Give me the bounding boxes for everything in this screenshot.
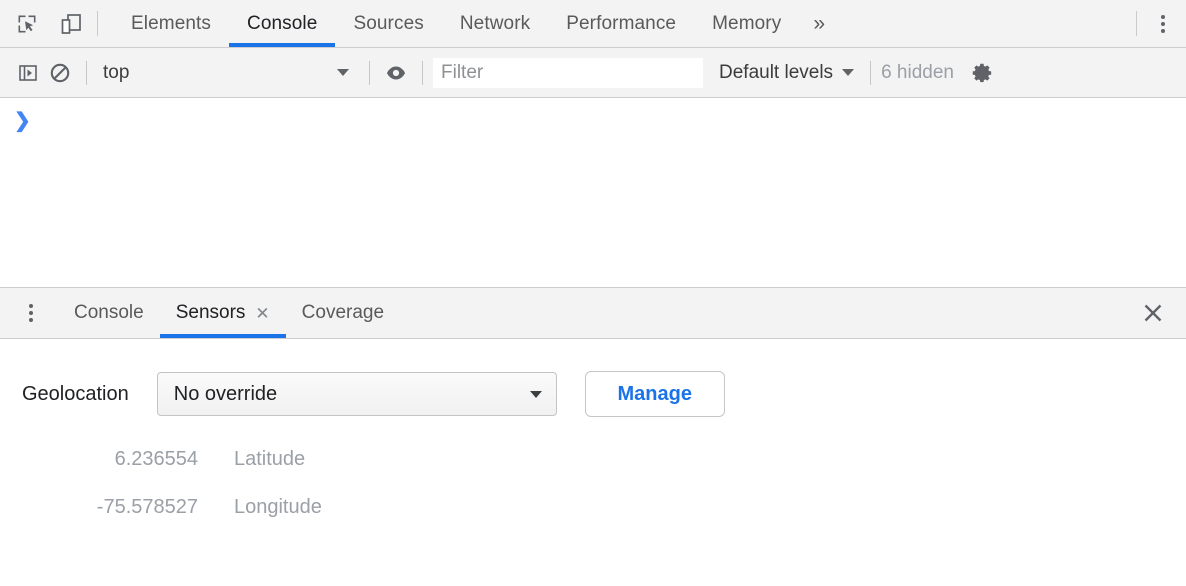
tab-network[interactable]: Network [442, 0, 548, 47]
drawer-tab-sensors-label: Sensors [176, 302, 246, 324]
latitude-caption: Latitude [234, 448, 305, 471]
geolocation-select-value: No override [174, 383, 277, 406]
log-levels-selector[interactable]: Default levels [719, 62, 854, 84]
tab-memory[interactable]: Memory [694, 0, 799, 47]
devtools-main-menu-button[interactable] [1146, 7, 1180, 41]
more-vertical-icon-dot-1 [29, 304, 33, 308]
more-vertical-icon-dot-3 [1161, 29, 1165, 33]
more-tabs-label: » [813, 12, 825, 36]
geolocation-row: Geolocation No override Manage [22, 371, 1186, 417]
drawer-close-button[interactable] [1128, 288, 1178, 338]
sensors-panel: Geolocation No override Manage 6.236554 … [0, 339, 1186, 584]
tab-elements[interactable]: Elements [113, 0, 229, 47]
tab-elements-label: Elements [131, 13, 211, 35]
drawer-tab-coverage[interactable]: Coverage [286, 288, 400, 338]
longitude-row: -75.578527 Longitude [22, 483, 1186, 531]
tab-console[interactable]: Console [229, 0, 335, 47]
drawer-tab-console-label: Console [74, 302, 144, 324]
drawer-tab-sensors-close-icon[interactable]: ✕ [255, 305, 269, 322]
tab-sources-label: Sources [353, 13, 423, 35]
clear-console-icon [48, 61, 72, 85]
more-vertical-icon-dot-2 [29, 311, 33, 315]
filterbar-divider-2 [369, 61, 370, 85]
longitude-input[interactable]: -75.578527 [22, 496, 202, 519]
filterbar-divider-4 [870, 61, 871, 85]
close-icon [1140, 300, 1166, 326]
more-vertical-icon-dot-1 [1161, 15, 1165, 19]
drawer-tab-coverage-label: Coverage [302, 302, 384, 324]
filterbar-divider-1 [86, 61, 87, 85]
execution-context-label: top [103, 62, 129, 84]
more-vertical-icon-dot-3 [29, 318, 33, 322]
manage-locations-button[interactable]: Manage [585, 371, 725, 417]
devtools-drawer: Console Sensors ✕ Coverage Geolocation N… [0, 287, 1186, 584]
console-output-area[interactable]: ❯ [0, 98, 1186, 287]
console-sidebar-icon [17, 62, 39, 84]
drawer-tab-console[interactable]: Console [58, 288, 160, 338]
live-expression-icon [383, 60, 409, 86]
filterbar-divider-3 [422, 61, 423, 85]
drawer-tabstrip: Console Sensors ✕ Coverage [58, 288, 1128, 338]
inspect-element-button[interactable] [10, 7, 44, 41]
latitude-row: 6.236554 Latitude [22, 435, 1186, 483]
toolbar-right-group [1127, 0, 1186, 47]
drawer-tab-sensors[interactable]: Sensors ✕ [160, 288, 286, 338]
device-toolbar-icon [59, 12, 83, 36]
latitude-input[interactable]: 6.236554 [22, 448, 202, 471]
tab-performance[interactable]: Performance [548, 0, 694, 47]
console-prompt-input[interactable] [39, 111, 1186, 133]
console-filter-input[interactable] [433, 58, 703, 88]
console-prompt-chevron-icon: ❯ [14, 111, 31, 131]
chevron-down-icon [842, 69, 854, 76]
console-sidebar-toggle-button[interactable] [12, 57, 44, 89]
more-tabs-button[interactable]: » [799, 0, 839, 47]
live-expression-button[interactable] [380, 57, 412, 89]
tab-network-label: Network [460, 13, 530, 35]
inspect-element-icon [15, 12, 39, 36]
chevron-down-icon [530, 391, 542, 398]
panel-tabstrip: Elements Console Sources Network Perform… [107, 0, 1127, 47]
console-prompt-row[interactable]: ❯ [0, 98, 1186, 141]
drawer-menu-button[interactable] [14, 288, 48, 338]
hidden-messages-count: 6 hidden [881, 62, 954, 84]
clear-console-button[interactable] [44, 57, 76, 89]
more-vertical-icon-dot-2 [1161, 22, 1165, 26]
log-levels-label: Default levels [719, 62, 833, 84]
toolbar-icon-group [0, 0, 88, 47]
geolocation-select[interactable]: No override [157, 372, 557, 416]
execution-context-selector[interactable]: top [97, 58, 359, 88]
tab-sources[interactable]: Sources [335, 0, 441, 47]
manage-locations-label: Manage [618, 383, 692, 406]
toolbar-divider-right [1136, 11, 1137, 36]
console-settings-button[interactable] [966, 56, 1000, 90]
coordinate-fields: 6.236554 Latitude -75.578527 Longitude [22, 435, 1186, 531]
console-filter-bar: top Default levels 6 hidden [0, 48, 1186, 98]
chevron-down-icon [337, 69, 349, 76]
tab-memory-label: Memory [712, 13, 781, 35]
gear-icon [971, 61, 995, 85]
device-toolbar-button[interactable] [54, 7, 88, 41]
devtools-main-toolbar: Elements Console Sources Network Perform… [0, 0, 1186, 48]
toolbar-divider [97, 11, 98, 36]
tab-console-label: Console [247, 13, 317, 35]
tab-performance-label: Performance [566, 13, 676, 35]
longitude-caption: Longitude [234, 496, 322, 519]
geolocation-label: Geolocation [22, 383, 129, 406]
drawer-tabbar: Console Sensors ✕ Coverage [0, 288, 1186, 339]
